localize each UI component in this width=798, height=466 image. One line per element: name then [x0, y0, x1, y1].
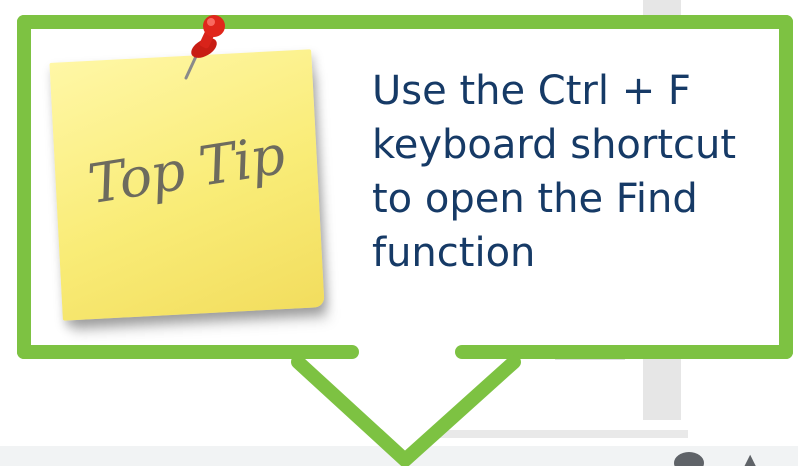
tip-text: Use the Ctrl + F keyboard shortcut to op… — [372, 68, 737, 276]
sticky-note: Top Tip — [49, 49, 325, 321]
top-tip-graphic: ▲ Top Tip Use the Ctrl + F keyboard shor… — [0, 0, 798, 466]
sticky-note-label: Top Tip — [84, 123, 289, 217]
push-pin-icon — [184, 15, 225, 80]
